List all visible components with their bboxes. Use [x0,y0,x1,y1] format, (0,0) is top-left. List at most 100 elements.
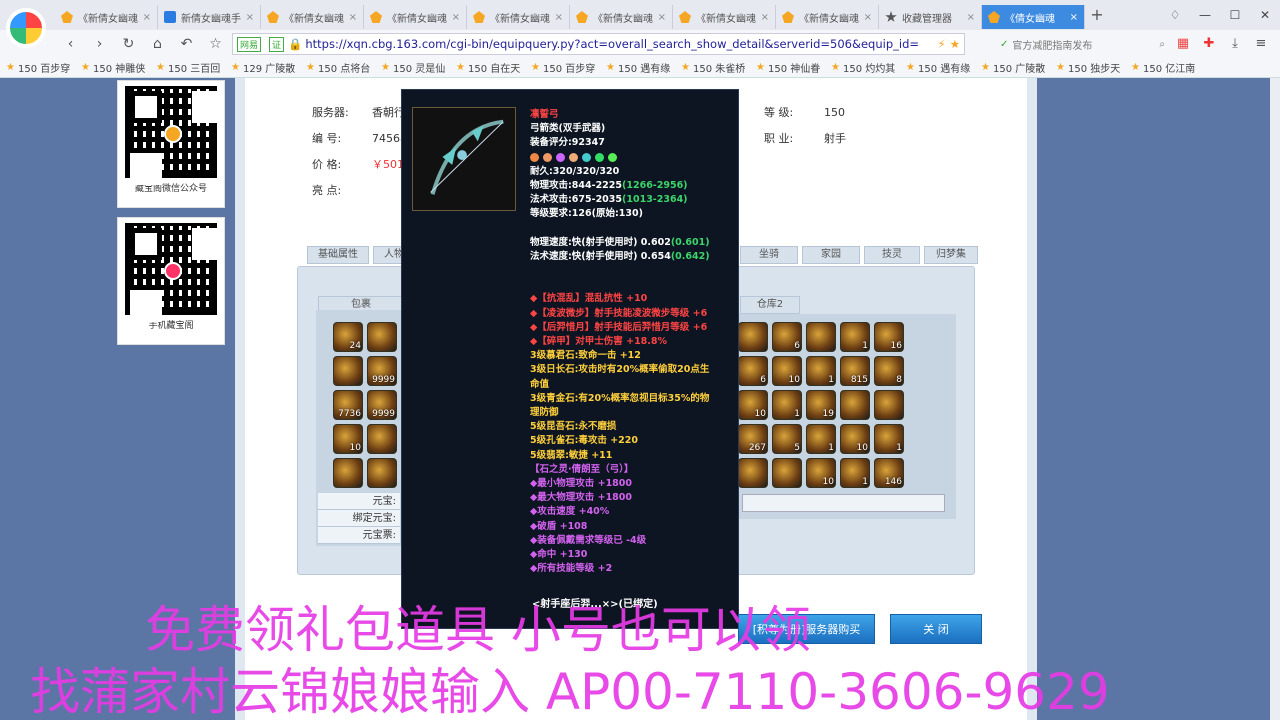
browser-tab[interactable]: 《新倩女幽魂 × [261,5,364,29]
inventory-slot[interactable]: 267 [738,424,768,454]
bookmark-item[interactable]: ★ 150 亿江南 [1131,60,1206,75]
browser-tab[interactable]: 《新倩女幽魂 × [570,5,673,29]
tab-close-icon[interactable]: × [452,12,460,23]
bookmark-item[interactable]: ★ 150 灵是仙 [381,60,456,75]
inventory-slot[interactable]: 7736 [333,390,363,420]
inventory-slot[interactable] [806,322,836,352]
inventory-slot[interactable]: 1 [840,458,870,488]
inventory-slot[interactable]: 19 [806,390,836,420]
inventory-slot[interactable]: 1 [806,424,836,454]
tab-home[interactable]: 家园 [802,246,860,264]
tab-basic[interactable]: 基础属性 [307,246,369,264]
inventory-slot[interactable]: 10 [738,390,768,420]
maximize-icon[interactable]: ☐ [1220,0,1250,30]
apps-icon[interactable]: ▦ [1170,30,1196,58]
browser-tab[interactable]: 《新倩女幽魂 × [55,5,158,29]
tab-close-icon[interactable]: × [864,12,872,23]
close-button[interactable]: 关 闭 [890,614,982,644]
browser-tab[interactable]: 《新倩女幽魂 × [673,5,776,29]
bookmark-item[interactable]: ★ 150 广陵散 [981,60,1056,75]
inventory-slot[interactable]: 9999 [367,390,397,420]
inventory-slot[interactable]: 1 [874,424,904,454]
bookmark-item[interactable]: ★ 150 神仙眷 [756,60,831,75]
inventory-slot[interactable]: 10 [772,356,802,386]
browser-tab[interactable]: 《倩女幽魂 × [982,5,1085,29]
close-window-icon[interactable]: ✕ [1250,0,1280,30]
inventory-slot[interactable]: 1 [806,356,836,386]
undo-icon[interactable]: ↶ [172,30,201,58]
page-scrollbar[interactable] [1270,78,1280,720]
bookmark-item[interactable]: ★ 150 百步穿 [531,60,606,75]
bookmark-item[interactable]: ★ 129 广陵散 [231,60,306,75]
bookmark-item[interactable]: ★ 150 遇有缘 [606,60,681,75]
bookmark-item[interactable]: ★ 150 点将台 [306,60,381,75]
inventory-slot[interactable]: 8 [874,356,904,386]
browser-logo[interactable] [6,8,46,48]
inventory-slot[interactable]: 5 [772,424,802,454]
inventory-slot[interactable] [367,424,397,454]
inventory-slot[interactable]: 1 [772,390,802,420]
home-icon[interactable]: ⌂ [143,30,172,58]
search-box[interactable]: ✓ 官方减肥指南发布 ⌕ [1000,33,1165,55]
tab-dream[interactable]: 归梦集 [924,246,978,264]
bookmark-item[interactable]: ★ 150 灼灼其 [831,60,906,75]
tab-close-icon[interactable]: × [349,12,357,23]
inventory-slot[interactable]: 146 [874,458,904,488]
refresh-icon[interactable]: ↻ [114,30,143,58]
tab-mount[interactable]: 坐骑 [740,246,798,264]
inventory-slot[interactable] [367,322,397,352]
warehouse-input[interactable] [742,494,945,512]
inventory-slot[interactable]: 9999 [367,356,397,386]
inventory-slot[interactable] [738,322,768,352]
bookmark-item[interactable]: ★ 150 神雕侠 [81,60,156,75]
bookmark-item[interactable]: ★ 150 独步天 [1056,60,1131,75]
inventory-slot[interactable]: 10 [840,424,870,454]
inventory-slot[interactable]: 1 [840,322,870,352]
address-bar[interactable]: 网易 证 🔒 https://xqn.cbg.163.com/cgi-bin/e… [232,33,965,55]
inventory-slot[interactable] [333,356,363,386]
browser-tab[interactable]: 《新倩女幽魂 × [364,5,467,29]
bolt-icon[interactable]: ⚡ [938,37,946,51]
browser-tab[interactable]: 新倩女幽魂手 × [158,5,261,29]
inventory-slot[interactable]: 16 [874,322,904,352]
bookmark-item[interactable]: ★ 150 朱雀桥 [681,60,756,75]
bookmark-item[interactable]: ★ 150 自在天 [456,60,531,75]
url-text[interactable]: https://xqn.cbg.163.com/cgi-bin/equipque… [305,37,933,51]
minimize-icon[interactable]: — [1190,0,1220,30]
menu-icon[interactable]: ≡ [1248,30,1274,58]
tab-warehouse2[interactable]: 仓库2 [740,296,800,314]
browser-tab[interactable]: 《新倩女幽魂 × [467,5,570,29]
tab-close-icon[interactable]: × [143,12,151,23]
bookmark-item[interactable]: ★ 150 三百回 [156,60,231,75]
inventory-slot[interactable] [840,390,870,420]
bookmark-star-icon[interactable]: ★ [950,37,960,51]
shirt-icon[interactable]: ♢ [1160,0,1190,30]
tab-skill-spirit[interactable]: 技灵 [864,246,920,264]
inventory-slot[interactable] [738,458,768,488]
download-icon[interactable]: ⤓ [1222,30,1248,58]
tab-close-icon[interactable]: × [246,12,254,23]
bookmark-item[interactable]: ★ 150 遇有缘 [906,60,981,75]
inventory-slot[interactable] [772,458,802,488]
browser-tab[interactable]: 《新倩女幽魂 × [776,5,879,29]
inventory-slot[interactable]: 10 [806,458,836,488]
inventory-slot[interactable]: 24 [333,322,363,352]
inventory-slot[interactable] [874,390,904,420]
tab-close-icon[interactable]: × [761,12,769,23]
inventory-slot[interactable]: 6 [772,322,802,352]
back-icon[interactable]: ‹ [56,30,85,58]
bookmark-item[interactable]: ★ 150 百步穿 [6,60,81,75]
inventory-slot[interactable] [333,458,363,488]
tab-close-icon[interactable]: × [1070,12,1078,23]
new-tab-button[interactable]: + [1085,5,1109,29]
search-icon[interactable]: ⌕ [1159,39,1165,50]
inventory-slot[interactable]: 6 [738,356,768,386]
favorite-star-icon[interactable]: ☆ [201,30,230,58]
forward-icon[interactable]: › [85,30,114,58]
browser-tab[interactable]: 收藏管理器 × [879,5,982,29]
tab-close-icon[interactable]: × [967,12,975,23]
inventory-slot[interactable]: 815 [840,356,870,386]
inventory-slot[interactable]: 10 [333,424,363,454]
game-icon[interactable]: ✚ [1196,30,1222,58]
tab-close-icon[interactable]: × [658,12,666,23]
